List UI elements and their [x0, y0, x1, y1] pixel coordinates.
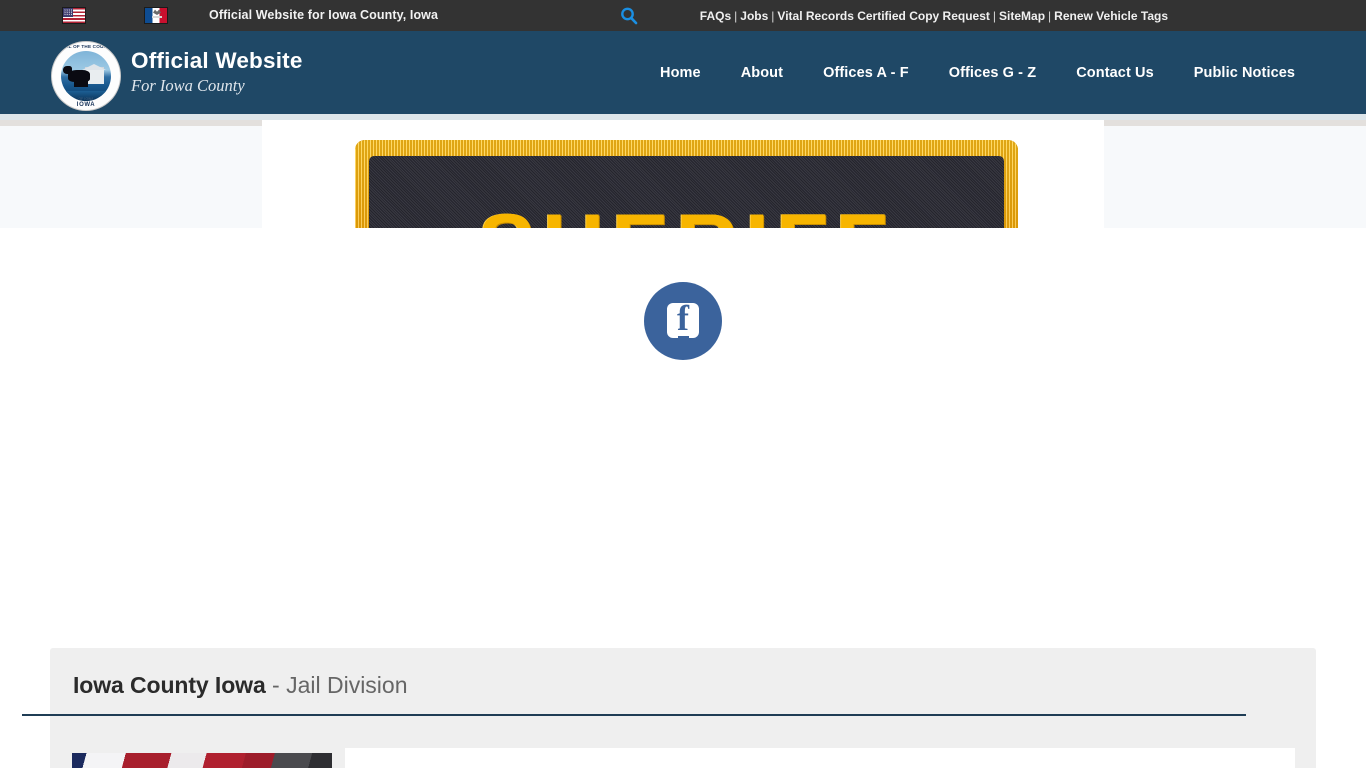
main-navigation: Home About Offices A - F Offices G - Z C…	[660, 31, 1295, 114]
american-flag-photo	[72, 753, 332, 768]
patch-word-text: SHERIFF	[369, 202, 1004, 228]
nav-item-offices-g-z[interactable]: Offices G - Z	[949, 65, 1037, 81]
brand-block[interactable]: Official Website For Iowa County	[131, 48, 303, 97]
search-icon[interactable]	[618, 6, 640, 26]
banner-left-gutter	[0, 126, 262, 228]
nav-item-offices-a-f[interactable]: Offices A - F	[823, 65, 909, 81]
brand-title: Official Website	[131, 48, 303, 73]
utility-link-sitemap[interactable]: SiteMap	[999, 9, 1045, 23]
utility-sep-4: |	[1048, 9, 1052, 23]
banner-right-gutter	[1104, 126, 1366, 228]
nav-item-contact-us[interactable]: Contact Us	[1076, 65, 1154, 81]
nav-item-home[interactable]: Home	[660, 65, 701, 81]
site-tagline: Official Website for Iowa County, Iowa	[209, 8, 439, 22]
patch-field: SHERIFF	[369, 156, 1004, 228]
site-header: SEAL OF THE COUNTY OF IOWA IOWA Official…	[0, 31, 1366, 114]
utility-link-vital-records[interactable]: Vital Records Certified Copy Request	[777, 9, 990, 23]
sheriff-patch-image: SHERIFF	[355, 140, 1018, 228]
nav-item-about[interactable]: About	[741, 65, 783, 81]
banner-slider: SHERIFF	[0, 120, 1366, 228]
iowa-state-flag-icon[interactable]	[144, 7, 168, 24]
page-title-division: - Jail Division	[265, 672, 408, 698]
utility-link-jobs[interactable]: Jobs	[740, 9, 768, 23]
seal-ring-text-sub: OF IOWA	[78, 97, 94, 101]
utility-sep-3: |	[992, 9, 997, 23]
facebook-f-glyph	[667, 298, 699, 344]
utility-link-faqs[interactable]: FAQs	[700, 9, 731, 23]
seal-ring-text-top: SEAL OF THE COUNTY	[58, 43, 114, 49]
seal-ring-text-bottom: IOWA	[76, 101, 96, 108]
utility-links: FAQs | Jobs | Vital Records Certified Copy R…	[700, 9, 1168, 23]
banner-image-frame[interactable]: SHERIFF	[262, 120, 1104, 228]
page-title: Iowa County Iowa - Jail Division	[73, 670, 408, 700]
seal-scene	[61, 51, 111, 101]
nav-item-public-notices[interactable]: Public Notices	[1194, 65, 1295, 81]
county-seal-logo[interactable]: SEAL OF THE COUNTY OF IOWA IOWA	[52, 42, 120, 110]
brand-subtitle: For Iowa County	[131, 76, 245, 95]
page-title-county: Iowa County Iowa	[73, 672, 266, 698]
social-links-row	[0, 282, 1366, 360]
facebook-icon[interactable]	[644, 282, 722, 360]
top-utility-bar: Official Website for Iowa County, Iowa F…	[0, 0, 1366, 32]
united-states-flag-icon[interactable]	[62, 7, 86, 24]
us-flag-canton	[63, 8, 73, 17]
seal-outer-ring: SEAL OF THE COUNTY OF IOWA IOWA	[52, 42, 120, 110]
content-inner-panel	[345, 748, 1295, 768]
utility-sep-1: |	[734, 9, 738, 23]
american-flag-photo-image	[72, 753, 332, 768]
iowa-flag-ribbon	[152, 16, 162, 18]
seal-cow-icon	[63, 66, 90, 87]
page-title-divider	[22, 714, 1246, 716]
utility-link-renew-vehicle-tags[interactable]: Renew Vehicle Tags	[1054, 9, 1168, 23]
